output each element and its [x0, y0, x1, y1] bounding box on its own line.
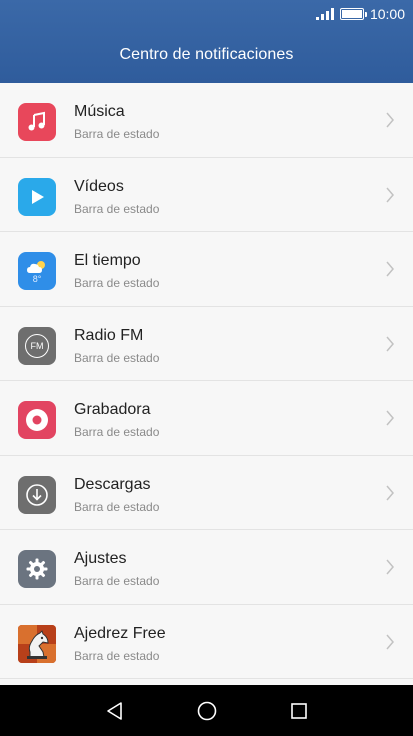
radio-fm-icon: FM [18, 326, 56, 365]
chevron-right-icon [386, 485, 394, 500]
app-subtitle: Barra de estado [74, 350, 160, 365]
chevron-right-icon [386, 187, 394, 202]
app-name: Vídeos [74, 177, 124, 195]
app-subtitle: Barra de estado [74, 425, 160, 439]
download-icon [18, 475, 56, 514]
chevron-right-icon [386, 559, 394, 575]
chevron-right-icon [386, 261, 394, 277]
app-list: Música Barra de estado Vídeos Barra de e… [0, 83, 413, 685]
weather-icon: 8° [18, 252, 56, 290]
music-note-icon [18, 103, 56, 141]
app-name: Ajustes [74, 550, 127, 567]
chevron-right-icon [386, 112, 394, 128]
status-bar: 10:00 [315, 6, 405, 22]
list-item-ajustes[interactable]: Ajustes Barra de estado [0, 530, 413, 605]
app-subtitle: Barra de estado [74, 499, 160, 514]
app-subtitle: Barra de estado [74, 574, 160, 588]
app-name: Ajedrez Free [74, 624, 166, 642]
recents-icon [290, 702, 307, 719]
app-subtitle: Barra de estado [74, 201, 160, 216]
chevron-right-icon [386, 410, 394, 426]
list-item-radio-fm[interactable]: FM Radio FM Barra de estado [0, 307, 413, 381]
chess-knight-icon [18, 624, 56, 663]
recorder-icon [18, 401, 56, 439]
app-name: El tiempo [74, 252, 141, 269]
app-subtitle: Barra de estado [74, 127, 160, 141]
app-subtitle: Barra de estado [74, 276, 160, 290]
fm-label: FM [25, 333, 49, 358]
play-icon [18, 177, 56, 216]
gear-icon [18, 550, 56, 588]
home-icon [197, 701, 216, 720]
back-button[interactable] [99, 695, 131, 727]
signal-icon [315, 8, 334, 20]
app-subtitle: Barra de estado [74, 648, 160, 663]
list-item-el-tiempo[interactable]: 8° El tiempo Barra de estado [0, 232, 413, 307]
app-name: Grabadora [74, 401, 151, 418]
list-item-videos[interactable]: Vídeos Barra de estado [0, 158, 413, 232]
list-item-grabadora[interactable]: Grabadora Barra de estado [0, 381, 413, 456]
recents-button[interactable] [283, 695, 315, 727]
chevron-right-icon [386, 634, 394, 649]
list-item-musica[interactable]: Música Barra de estado [0, 83, 413, 158]
chevron-right-icon [386, 336, 394, 351]
page-title: Centro de notificaciones [119, 46, 294, 63]
app-name: Música [74, 103, 125, 120]
battery-icon [339, 8, 367, 20]
app-name: Radio FM [74, 326, 144, 344]
system-nav-bar [0, 685, 413, 736]
status-time: 10:00 [369, 6, 405, 22]
home-button[interactable] [191, 695, 223, 727]
back-icon [106, 701, 122, 720]
app-name: Descargas [74, 475, 151, 493]
weather-temp: 8° [32, 273, 42, 284]
app-header: 10:00 Centro de notificaciones [0, 0, 413, 83]
list-item-ajedrez-free[interactable]: Ajedrez Free Barra de estado [0, 605, 413, 679]
list-item-descargas[interactable]: Descargas Barra de estado [0, 456, 413, 530]
